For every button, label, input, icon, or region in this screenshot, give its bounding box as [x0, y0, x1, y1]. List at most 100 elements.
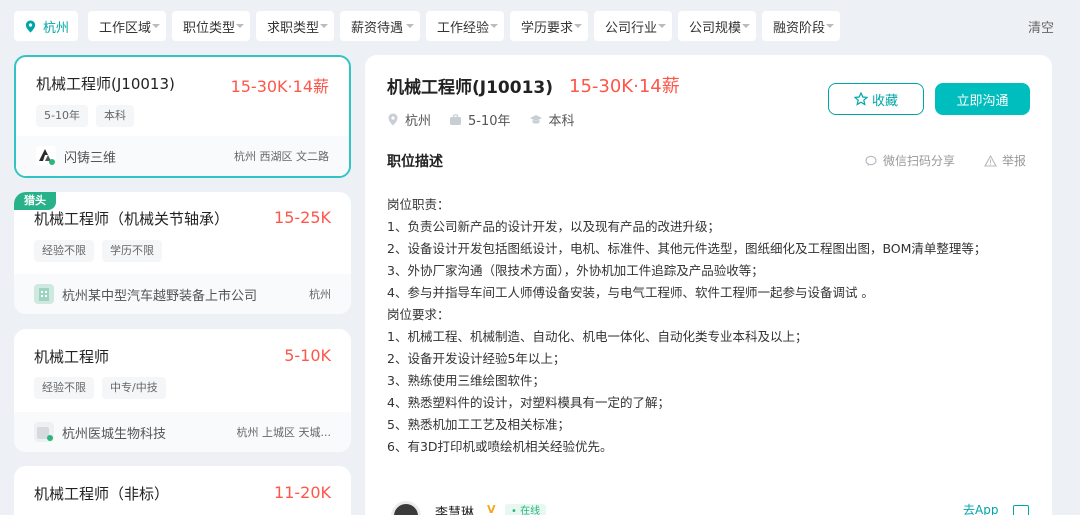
clear-filters-button[interactable]: 清空	[1028, 17, 1054, 36]
job-title: 机械工程师（非标）	[34, 485, 170, 503]
description-line: 6、有3D打印机或喷绘机相关经验优先。	[387, 439, 613, 454]
city-selector[interactable]: 杭州	[14, 11, 78, 41]
go-to-app-link[interactable]: 去App	[963, 501, 998, 515]
recruiter-row: 李慧琳 V • 在线 去App	[387, 498, 1032, 515]
tag: 经验不限	[34, 377, 94, 399]
company-logo	[34, 422, 54, 442]
job-title: 机械工程师	[34, 348, 110, 366]
location-pin-icon	[25, 19, 36, 33]
filter-work-area[interactable]: 工作区域	[88, 11, 166, 41]
job-title: 机械工程师（机械关节轴承）	[34, 210, 230, 228]
filter-experience[interactable]: 工作经验	[426, 11, 504, 41]
filter-label: 薪资待遇	[351, 20, 404, 36]
tag: 本科	[95, 105, 134, 127]
caret-down-icon	[236, 24, 244, 28]
filter-label: 职位类型	[183, 20, 236, 36]
caret-down-icon	[574, 24, 582, 28]
location-pin-icon	[388, 113, 398, 126]
filter-label: 求职类型	[267, 20, 320, 36]
app-icon	[1013, 505, 1029, 515]
company-name: 闪铸三维	[64, 150, 117, 166]
job-card-header: 机械工程师 5-10K	[34, 346, 331, 366]
city-label: 杭州	[43, 20, 70, 36]
filter-label: 工作经验	[437, 20, 490, 36]
meta-education-label: 本科	[548, 114, 575, 129]
meta-education: 本科	[529, 110, 575, 129]
caret-down-icon	[320, 24, 328, 28]
filter-industry[interactable]: 公司行业	[594, 11, 672, 41]
company-name: 杭州某中型汽车越野装备上市公司	[62, 288, 258, 304]
company-name: 杭州医城生物科技	[62, 426, 167, 442]
company-location: 杭州 上城区 天城...	[236, 426, 331, 439]
filter-label: 学历要求	[521, 20, 574, 36]
detail-salary: 15-30K·14薪	[569, 76, 680, 97]
filter-funding-stage[interactable]: 融资阶段	[762, 11, 840, 41]
meta-city-label: 杭州	[405, 114, 432, 129]
graduation-cap-icon	[529, 114, 542, 124]
company-row: 杭州医城生物科技 杭州 上城区 天城...	[14, 412, 351, 452]
tag: 经验不限	[34, 240, 94, 262]
recruiter-avatar[interactable]	[391, 501, 421, 515]
job-tags: 经验不限 学历不限	[34, 240, 162, 262]
description-line: 3、外协厂家沟通（限技术方面），外协机加工件追踪及产品验收等；	[387, 263, 764, 278]
caret-down-icon	[742, 24, 750, 28]
company-logo	[36, 146, 56, 166]
company-logo-icon	[39, 149, 55, 165]
job-card-header: 机械工程师（机械关节轴承） 15-25K	[34, 208, 331, 228]
description-line: 3、熟练使用三维绘图软件；	[387, 373, 545, 388]
recruiter-name: 李慧琳	[435, 506, 475, 515]
filter-salary[interactable]: 薪资待遇	[340, 11, 420, 41]
building-shape	[39, 288, 49, 301]
job-card[interactable]: 猎头 机械工程师（机械关节轴承） 15-25K 经验不限 学历不限 杭州某中型汽…	[14, 192, 351, 314]
filter-label: 公司行业	[605, 20, 658, 36]
company-row: 闪铸三维 杭州 西湖区 文二路	[16, 136, 349, 176]
tag: 中专/中技	[102, 377, 166, 399]
favorite-label: 收藏	[871, 93, 898, 109]
building-icon	[34, 284, 54, 304]
description-line: 4、熟悉塑料件的设计，对塑料模具有一定的了解；	[387, 395, 670, 410]
description-line: 4、参与并指导车间工人师傅设备安装，与电气工程师、软件工程师一起参与设备调试 。	[387, 285, 874, 300]
filter-job-type[interactable]: 职位类型	[172, 11, 250, 41]
report-button[interactable]: 举报	[984, 152, 1026, 169]
company-location: 杭州 西湖区 文二路	[234, 150, 329, 163]
description-line: 1、负责公司新产品的设计开发，以及现有产品的改进升级；	[387, 219, 720, 234]
filter-education[interactable]: 学历要求	[510, 11, 588, 41]
filter-label: 公司规模	[689, 20, 742, 36]
filter-seek-type[interactable]: 求职类型	[256, 11, 334, 41]
filter-label: 工作区域	[99, 20, 152, 36]
job-salary: 11-20K	[274, 483, 331, 502]
briefcase-icon	[450, 113, 462, 125]
share-label: 微信扫码分享	[883, 154, 956, 168]
tag: 5-10年	[36, 105, 88, 127]
detail-job-title: 机械工程师(J10013)	[387, 78, 554, 98]
wechat-icon	[865, 155, 877, 166]
chat-now-button[interactable]: 立即沟通	[935, 83, 1030, 115]
company-location: 杭州	[309, 288, 331, 301]
description-line: 岗位职责：	[387, 197, 450, 212]
verified-badge: V	[487, 503, 496, 515]
caret-down-icon	[406, 24, 414, 28]
wechat-share-button[interactable]: 微信扫码分享	[865, 152, 955, 169]
caret-down-icon	[658, 24, 666, 28]
caret-down-icon	[826, 24, 834, 28]
job-card[interactable]: 机械工程师（非标） 11-20K	[14, 466, 351, 515]
caret-down-icon	[152, 24, 160, 28]
job-description: 岗位职责： 1、负责公司新产品的设计开发，以及现有产品的改进升级； 2、设备设计…	[387, 194, 1037, 458]
job-card[interactable]: 机械工程师(J10013) 15-30K·14薪 5-10年 本科 闪铸三维 杭…	[14, 55, 351, 178]
job-salary: 5-10K	[284, 346, 331, 365]
filter-company-size[interactable]: 公司规模	[678, 11, 756, 41]
star-icon	[853, 92, 868, 106]
job-tags: 5-10年 本科	[36, 105, 134, 127]
favorite-button[interactable]: 收藏	[828, 83, 924, 115]
job-card-header: 机械工程师（非标） 11-20K	[34, 483, 331, 503]
meta-city: 杭州	[387, 110, 431, 129]
job-salary: 15-25K	[274, 208, 331, 227]
job-title: 机械工程师(J10013)	[36, 75, 175, 93]
job-card[interactable]: 机械工程师 5-10K 经验不限 中专/中技 杭州医城生物科技 杭州 上城区 天…	[14, 329, 351, 452]
description-line: 岗位要求：	[387, 307, 450, 322]
section-title: 职位描述	[387, 154, 443, 170]
description-line: 2、设备开发设计经验5年以上；	[387, 351, 566, 366]
meta-experience-label: 5-10年	[468, 114, 511, 129]
job-card-header: 机械工程师(J10013) 15-30K·14薪	[36, 73, 329, 96]
job-salary: 15-30K·14薪	[230, 77, 329, 96]
